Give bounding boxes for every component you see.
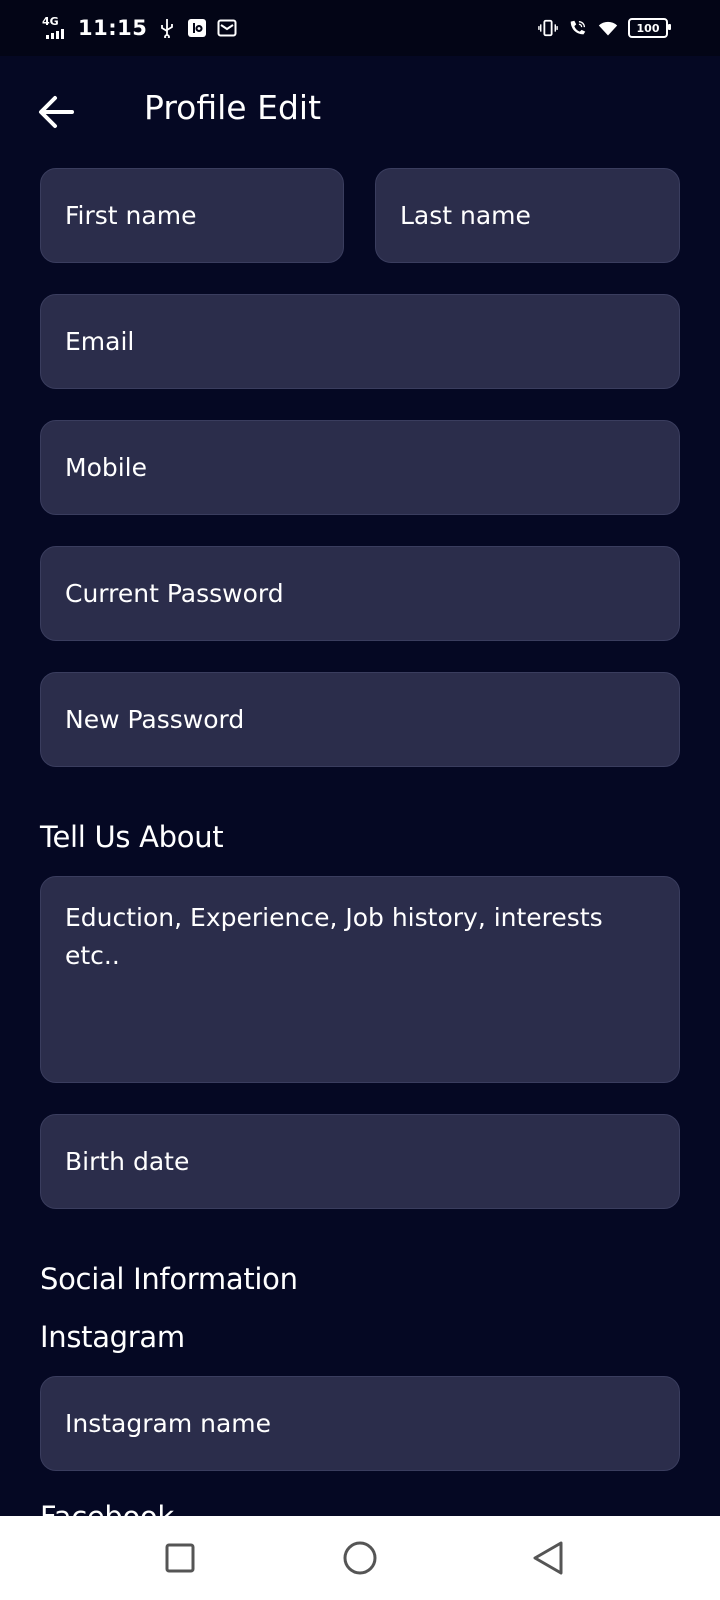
battery-indicator: 100 bbox=[628, 18, 671, 38]
wifi-calling-icon bbox=[568, 18, 588, 38]
app-bar: Profile Edit bbox=[0, 56, 720, 168]
social-information-label: Social Information bbox=[40, 1262, 298, 1296]
triangle-back-icon bbox=[533, 1541, 563, 1575]
email-field-container bbox=[40, 294, 680, 389]
home-button[interactable] bbox=[338, 1536, 382, 1580]
last-name-field-container bbox=[375, 168, 680, 263]
back-button[interactable] bbox=[34, 92, 78, 132]
status-bar: 4G 11:15 100 bbox=[0, 0, 720, 56]
signal-icon: 4G bbox=[42, 15, 68, 41]
back-nav-button[interactable] bbox=[526, 1536, 570, 1580]
arrow-left-icon bbox=[39, 96, 74, 128]
circle-icon bbox=[343, 1541, 377, 1575]
recents-button[interactable] bbox=[158, 1536, 202, 1580]
page-title: Profile Edit bbox=[144, 88, 322, 127]
vibrate-icon bbox=[538, 18, 558, 38]
instagram-label: Instagram bbox=[40, 1320, 185, 1354]
usb-debug-icon bbox=[187, 18, 207, 38]
about-textarea[interactable] bbox=[41, 877, 679, 1082]
square-icon bbox=[165, 1543, 195, 1573]
new-password-input[interactable] bbox=[41, 673, 679, 766]
status-time: 11:15 bbox=[78, 16, 148, 40]
usb-icon bbox=[157, 18, 177, 38]
about-label: Tell Us About bbox=[40, 820, 224, 854]
instagram-input[interactable] bbox=[41, 1377, 679, 1470]
first-name-input[interactable] bbox=[41, 169, 343, 262]
instagram-field-container bbox=[40, 1376, 680, 1471]
system-nav-bar bbox=[0, 1516, 720, 1600]
birth-date-input[interactable] bbox=[41, 1115, 679, 1208]
wifi-icon bbox=[598, 18, 618, 38]
about-field-container bbox=[40, 876, 680, 1083]
birth-date-field-container bbox=[40, 1114, 680, 1209]
new-password-field-container bbox=[40, 672, 680, 767]
current-password-field-container bbox=[40, 546, 680, 641]
mobile-field-container bbox=[40, 420, 680, 515]
first-name-field-container bbox=[40, 168, 344, 263]
mail-icon bbox=[217, 18, 237, 38]
email-input[interactable] bbox=[41, 295, 679, 388]
mobile-input[interactable] bbox=[41, 421, 679, 514]
network-type: 4G bbox=[42, 15, 59, 28]
last-name-input[interactable] bbox=[376, 169, 679, 262]
current-password-input[interactable] bbox=[41, 547, 679, 640]
